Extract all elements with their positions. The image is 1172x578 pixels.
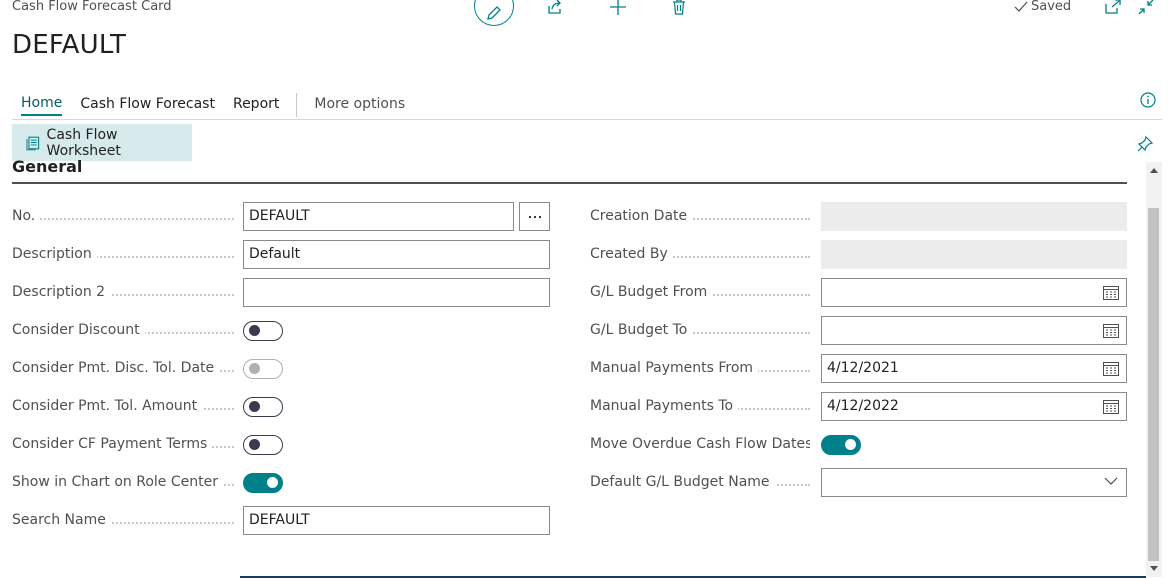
cash-flow-worksheet-label: Cash Flow Worksheet <box>46 126 121 159</box>
tab-cash-flow-forecast[interactable]: Cash Flow Forecast <box>80 96 215 115</box>
field-label-description-2: Description 2 <box>12 284 234 300</box>
saved-label: Saved <box>1031 0 1072 14</box>
move-overdue-cash-flow-dates-toggle[interactable] <box>821 435 861 455</box>
manual-payments-to-input[interactable]: 4/12/2022 <box>821 392 1127 421</box>
field-label-description: Description <box>12 246 234 262</box>
share-button[interactable] <box>546 0 564 16</box>
created-by-field <box>821 240 1127 269</box>
record-actions <box>474 0 514 26</box>
divider <box>12 119 1162 120</box>
field-label-manual-payments-to: Manual Payments To <box>590 398 810 414</box>
consider-discount-toggle[interactable] <box>243 321 283 341</box>
info-button[interactable] <box>1140 92 1156 112</box>
edit-button[interactable] <box>474 0 514 26</box>
field-label-manual-payments-from: Manual Payments From <box>590 360 810 376</box>
tab-report[interactable]: Report <box>233 96 279 115</box>
show-in-chart-toggle[interactable] <box>243 473 283 493</box>
field-label-consider-discount: Consider Discount <box>12 322 234 338</box>
breadcrumb: Cash Flow Forecast Card <box>12 0 172 14</box>
field-label-no: No. <box>12 208 234 224</box>
field-label-consider-pmt-disc-tol-date: Consider Pmt. Disc. Tol. Date <box>12 360 234 376</box>
manual-payments-from-value: 4/12/2021 <box>827 360 899 376</box>
no-input[interactable]: DEFAULT <box>243 202 514 231</box>
field-label-consider-cf-payment-terms: Consider CF Payment Terms <box>12 436 234 452</box>
scroll-up-arrow-icon[interactable] <box>1150 168 1158 173</box>
new-button[interactable] <box>609 0 627 16</box>
ellipsis-icon <box>528 215 541 218</box>
section-title-general[interactable]: General <box>12 157 82 176</box>
info-icon <box>1140 92 1156 108</box>
pin-icon <box>1137 135 1154 152</box>
calendar-icon[interactable] <box>1103 323 1119 338</box>
pencil-icon <box>487 6 501 20</box>
gl-budget-to-input[interactable] <box>821 316 1127 345</box>
worksheet-icon <box>26 136 40 150</box>
trash-icon <box>673 0 685 15</box>
field-label-default-gl-budget-name: Default G/L Budget Name <box>590 474 810 490</box>
gl-budget-from-input[interactable] <box>821 278 1127 307</box>
cash-flow-worksheet-button[interactable]: Cash Flow Worksheet <box>12 124 192 161</box>
description-input[interactable]: Default <box>243 240 550 269</box>
check-icon <box>1014 1 1028 12</box>
share-icon <box>548 0 561 14</box>
calendar-icon[interactable] <box>1103 361 1119 376</box>
field-label-creation-date: Creation Date <box>590 208 810 224</box>
default-gl-budget-name-select[interactable] <box>821 468 1127 497</box>
collapse-button[interactable] <box>1137 0 1155 16</box>
field-label-gl-budget-to: G/L Budget To <box>590 322 810 338</box>
consider-cf-payment-terms-toggle[interactable] <box>243 435 283 455</box>
calendar-icon[interactable] <box>1103 285 1119 300</box>
open-in-new-window-icon <box>1105 0 1121 14</box>
plus-icon <box>610 0 626 15</box>
tab-home[interactable]: Home <box>21 95 63 116</box>
tab-more-options[interactable]: More options <box>314 96 405 115</box>
no-assist-button[interactable] <box>519 202 550 231</box>
manual-payments-to-value: 4/12/2022 <box>827 398 899 414</box>
field-label-consider-pmt-tol-amount: Consider Pmt. Tol. Amount <box>12 398 234 414</box>
vertical-scrollbar[interactable] <box>1146 162 1162 577</box>
open-new-window-button[interactable] <box>1104 0 1122 16</box>
field-label-gl-budget-from: G/L Budget From <box>590 284 810 300</box>
tab-divider <box>296 93 298 117</box>
description-2-input[interactable] <box>243 278 550 307</box>
search-name-input[interactable]: DEFAULT <box>243 506 550 535</box>
creation-date-field <box>821 202 1127 231</box>
consider-pmt-tol-amount-toggle[interactable] <box>243 397 283 417</box>
consider-pmt-disc-tol-date-toggle <box>243 359 283 379</box>
manual-payments-from-input[interactable]: 4/12/2021 <box>821 354 1127 383</box>
field-label-show-in-chart: Show in Chart on Role Center <box>12 474 234 490</box>
calendar-icon[interactable] <box>1103 399 1119 414</box>
action-bar: Home Cash Flow Forecast Report More opti… <box>12 90 1162 120</box>
field-label-search-name: Search Name <box>12 512 234 528</box>
chevron-down-icon <box>1104 477 1118 485</box>
saved-status: Saved <box>1014 0 1071 14</box>
section-divider <box>12 182 1127 184</box>
scroll-thumb[interactable] <box>1148 208 1159 561</box>
page-title: DEFAULT <box>12 30 127 60</box>
pin-button[interactable] <box>1137 135 1154 156</box>
field-label-created-by: Created By <box>590 246 810 262</box>
delete-button[interactable] <box>670 0 688 16</box>
collapse-icon <box>1138 0 1154 15</box>
scroll-down-arrow-icon[interactable] <box>1150 566 1158 571</box>
field-label-move-overdue-cash-flow-dates: Move Overdue Cash Flow Dates... <box>590 436 810 452</box>
